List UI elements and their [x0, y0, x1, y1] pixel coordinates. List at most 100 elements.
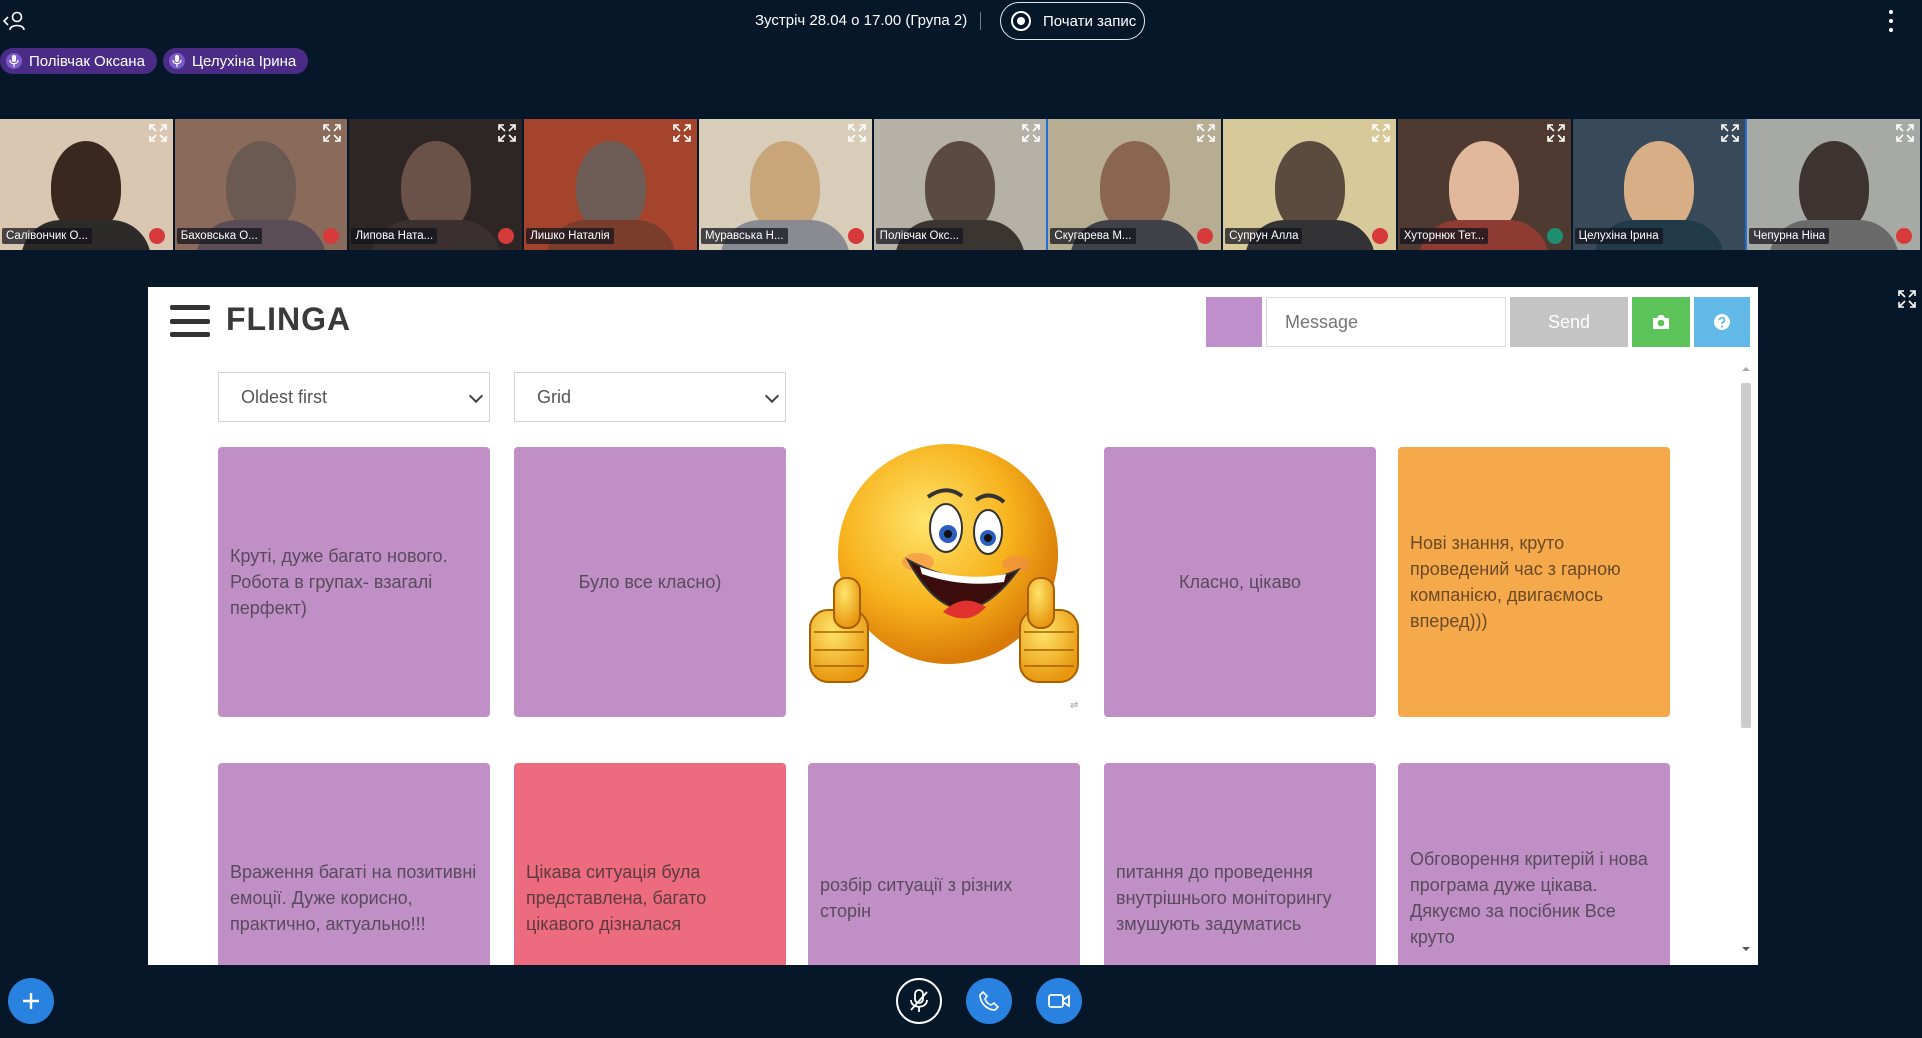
- participant-name: Лишко Наталія: [526, 228, 614, 244]
- participant-name: Баховська О...: [176, 228, 262, 244]
- chevron-down-icon: [764, 388, 780, 404]
- webcam-tile[interactable]: Супрун Алла: [1223, 119, 1398, 250]
- webcam-tile[interactable]: Липова Ната...: [349, 119, 525, 250]
- card-text: Було все класно): [578, 572, 722, 592]
- microphone-muted-icon: [148, 228, 165, 244]
- plus-icon: [23, 993, 39, 1009]
- view-value: Grid: [537, 386, 572, 407]
- actions-plus-button[interactable]: [8, 978, 54, 1024]
- expand-video-icon[interactable]: [673, 124, 691, 142]
- talker-badge[interactable]: Целухіна Ірина: [162, 48, 309, 74]
- share-webcam-button[interactable]: [1036, 978, 1082, 1024]
- webcam-tile[interactable]: Салівончик О...: [0, 119, 175, 250]
- microphone-icon: [6, 53, 22, 69]
- phone-icon: [979, 990, 1000, 1011]
- scroll-thumb[interactable]: [1741, 383, 1751, 728]
- meeting-title: Зустріч 28.04 о 17.00 (Група 2): [755, 12, 968, 29]
- scroll-down-icon: [1742, 947, 1750, 951]
- idea-card[interactable]: розбір ситуації з різних сторін: [808, 763, 1080, 965]
- card-text: розбір ситуації з різних сторін: [820, 875, 1013, 921]
- options-menu-icon[interactable]: [1884, 8, 1898, 34]
- toggle-user-list-icon[interactable]: [2, 8, 28, 34]
- listen-only-icon: [1546, 228, 1563, 244]
- idea-card[interactable]: Враження багаті на позитивні емоції. Дуж…: [218, 763, 490, 965]
- idea-card[interactable]: Обговорення критерій і нова програма дуж…: [1398, 763, 1670, 965]
- view-select[interactable]: Grid: [514, 372, 786, 422]
- microphone-icon: [168, 53, 185, 69]
- record-icon: [1011, 11, 1031, 31]
- bottom-controls: [0, 970, 1922, 1038]
- expand-video-icon[interactable]: [1372, 124, 1390, 142]
- card-text: Класно, цікаво: [1179, 572, 1301, 592]
- participant-name: Супрун Алла: [1225, 228, 1303, 244]
- vertical-scrollbar[interactable]: [1738, 363, 1754, 955]
- question-icon: [1714, 314, 1730, 330]
- card-text: питання до проведення внутрішнього моніт…: [1116, 862, 1332, 934]
- sort-value: Oldest first: [241, 386, 328, 407]
- audio-button[interactable]: [966, 978, 1012, 1024]
- fullscreen-presentation-icon[interactable]: [1898, 290, 1916, 308]
- microphone-muted-icon: [847, 228, 864, 244]
- participant-name: Полівчак Окс...: [875, 228, 963, 244]
- expand-video-icon[interactable]: [148, 124, 167, 142]
- card-text: Враження багаті на позитивні емоції. Дуж…: [230, 862, 477, 934]
- top-bar: Зустріч 28.04 о 17.00 (Група 2) Почати з…: [0, 0, 1922, 42]
- idea-card[interactable]: Було все класно): [514, 447, 786, 717]
- camera-button[interactable]: [1632, 297, 1690, 347]
- help-button[interactable]: [1694, 297, 1750, 347]
- shared-screen-flinga: FLINGA Send Oldest first Grid Круті, дуж…: [148, 287, 1758, 965]
- idea-card[interactable]: питання до проведення внутрішнього моніт…: [1104, 763, 1376, 965]
- expand-video-icon[interactable]: [847, 124, 866, 142]
- expand-video-icon[interactable]: [1546, 124, 1565, 142]
- talking-indicators: Полівчак Оксана Целухіна Ірина: [0, 48, 309, 74]
- sort-select[interactable]: Oldest first: [218, 372, 490, 422]
- video-camera-icon: [1048, 994, 1070, 1008]
- expand-video-icon[interactable]: [323, 124, 342, 142]
- camera-icon: [1653, 315, 1669, 329]
- hamburger-menu-icon[interactable]: [170, 305, 210, 337]
- talker-badge[interactable]: Полівчак Оксана: [0, 48, 157, 74]
- participant-name: Муравська Н...: [700, 228, 788, 244]
- message-input[interactable]: [1266, 297, 1506, 347]
- webcam-tile[interactable]: Целухіна Ірина: [1572, 119, 1748, 250]
- webcam-tile[interactable]: Муравська Н...: [698, 119, 874, 250]
- participant-name: Хуторнюк Тет...: [1399, 228, 1489, 244]
- expand-video-icon[interactable]: [498, 124, 517, 142]
- title-divider: [980, 12, 981, 30]
- idea-card[interactable]: Нові знання, круто проведений час з гарн…: [1398, 447, 1670, 717]
- color-picker-button[interactable]: [1206, 297, 1262, 347]
- webcam-tile[interactable]: Баховська О...: [174, 119, 350, 250]
- idea-card[interactable]: Класно, цікаво: [1104, 447, 1376, 717]
- expand-video-icon[interactable]: [1022, 124, 1041, 142]
- card-text: Цікава ситуація була представлена, багат…: [526, 862, 707, 934]
- participant-name: Целухіна Ірина: [1574, 228, 1663, 244]
- scroll-up-icon: [1742, 367, 1750, 371]
- svg-text:⇌: ⇌: [1070, 700, 1078, 711]
- webcam-strip: Салівончик О... Баховська О... Липова Ната…: [0, 119, 1922, 250]
- participant-name: Липова Ната...: [351, 228, 438, 244]
- microphone-muted-icon: [1896, 228, 1913, 244]
- talker-name: Целухіна Ірина: [191, 52, 297, 70]
- expand-video-icon[interactable]: [1896, 124, 1914, 142]
- webcam-tile[interactable]: Чепурна Ніна: [1747, 119, 1922, 250]
- microphone-muted-icon: [910, 989, 928, 1012]
- expand-video-icon[interactable]: [1721, 124, 1740, 142]
- webcam-tile[interactable]: Хуторнюк Тет...: [1397, 119, 1573, 250]
- webcam-tile[interactable]: Полівчак Окс...: [873, 119, 1049, 250]
- participant-name: Салівончик О...: [2, 228, 92, 244]
- start-recording-button[interactable]: Почати запис: [1000, 2, 1145, 40]
- participant-name: Чепурна Ніна: [1749, 228, 1830, 244]
- flinga-logo: FLINGA: [226, 301, 352, 337]
- idea-card[interactable]: Цікава ситуація була представлена, багат…: [514, 763, 786, 965]
- unmute-button[interactable]: [896, 978, 942, 1024]
- webcam-tile[interactable]: Лишко Наталія: [524, 119, 699, 250]
- webcam-tile[interactable]: Скугарева М...: [1048, 119, 1224, 250]
- smiley-thumbs-up-image-card[interactable]: ⇌: [808, 442, 1080, 712]
- card-text: Нові знання, круто проведений час з гарн…: [1410, 533, 1621, 631]
- expand-video-icon[interactable]: [1197, 124, 1215, 142]
- idea-card[interactable]: Круті, дуже багато нового. Робота в груп…: [218, 447, 490, 717]
- talker-name: Полівчак Оксана: [29, 52, 145, 70]
- microphone-muted-icon: [1371, 228, 1388, 244]
- chevron-down-icon: [468, 388, 484, 404]
- send-button[interactable]: Send: [1510, 297, 1628, 347]
